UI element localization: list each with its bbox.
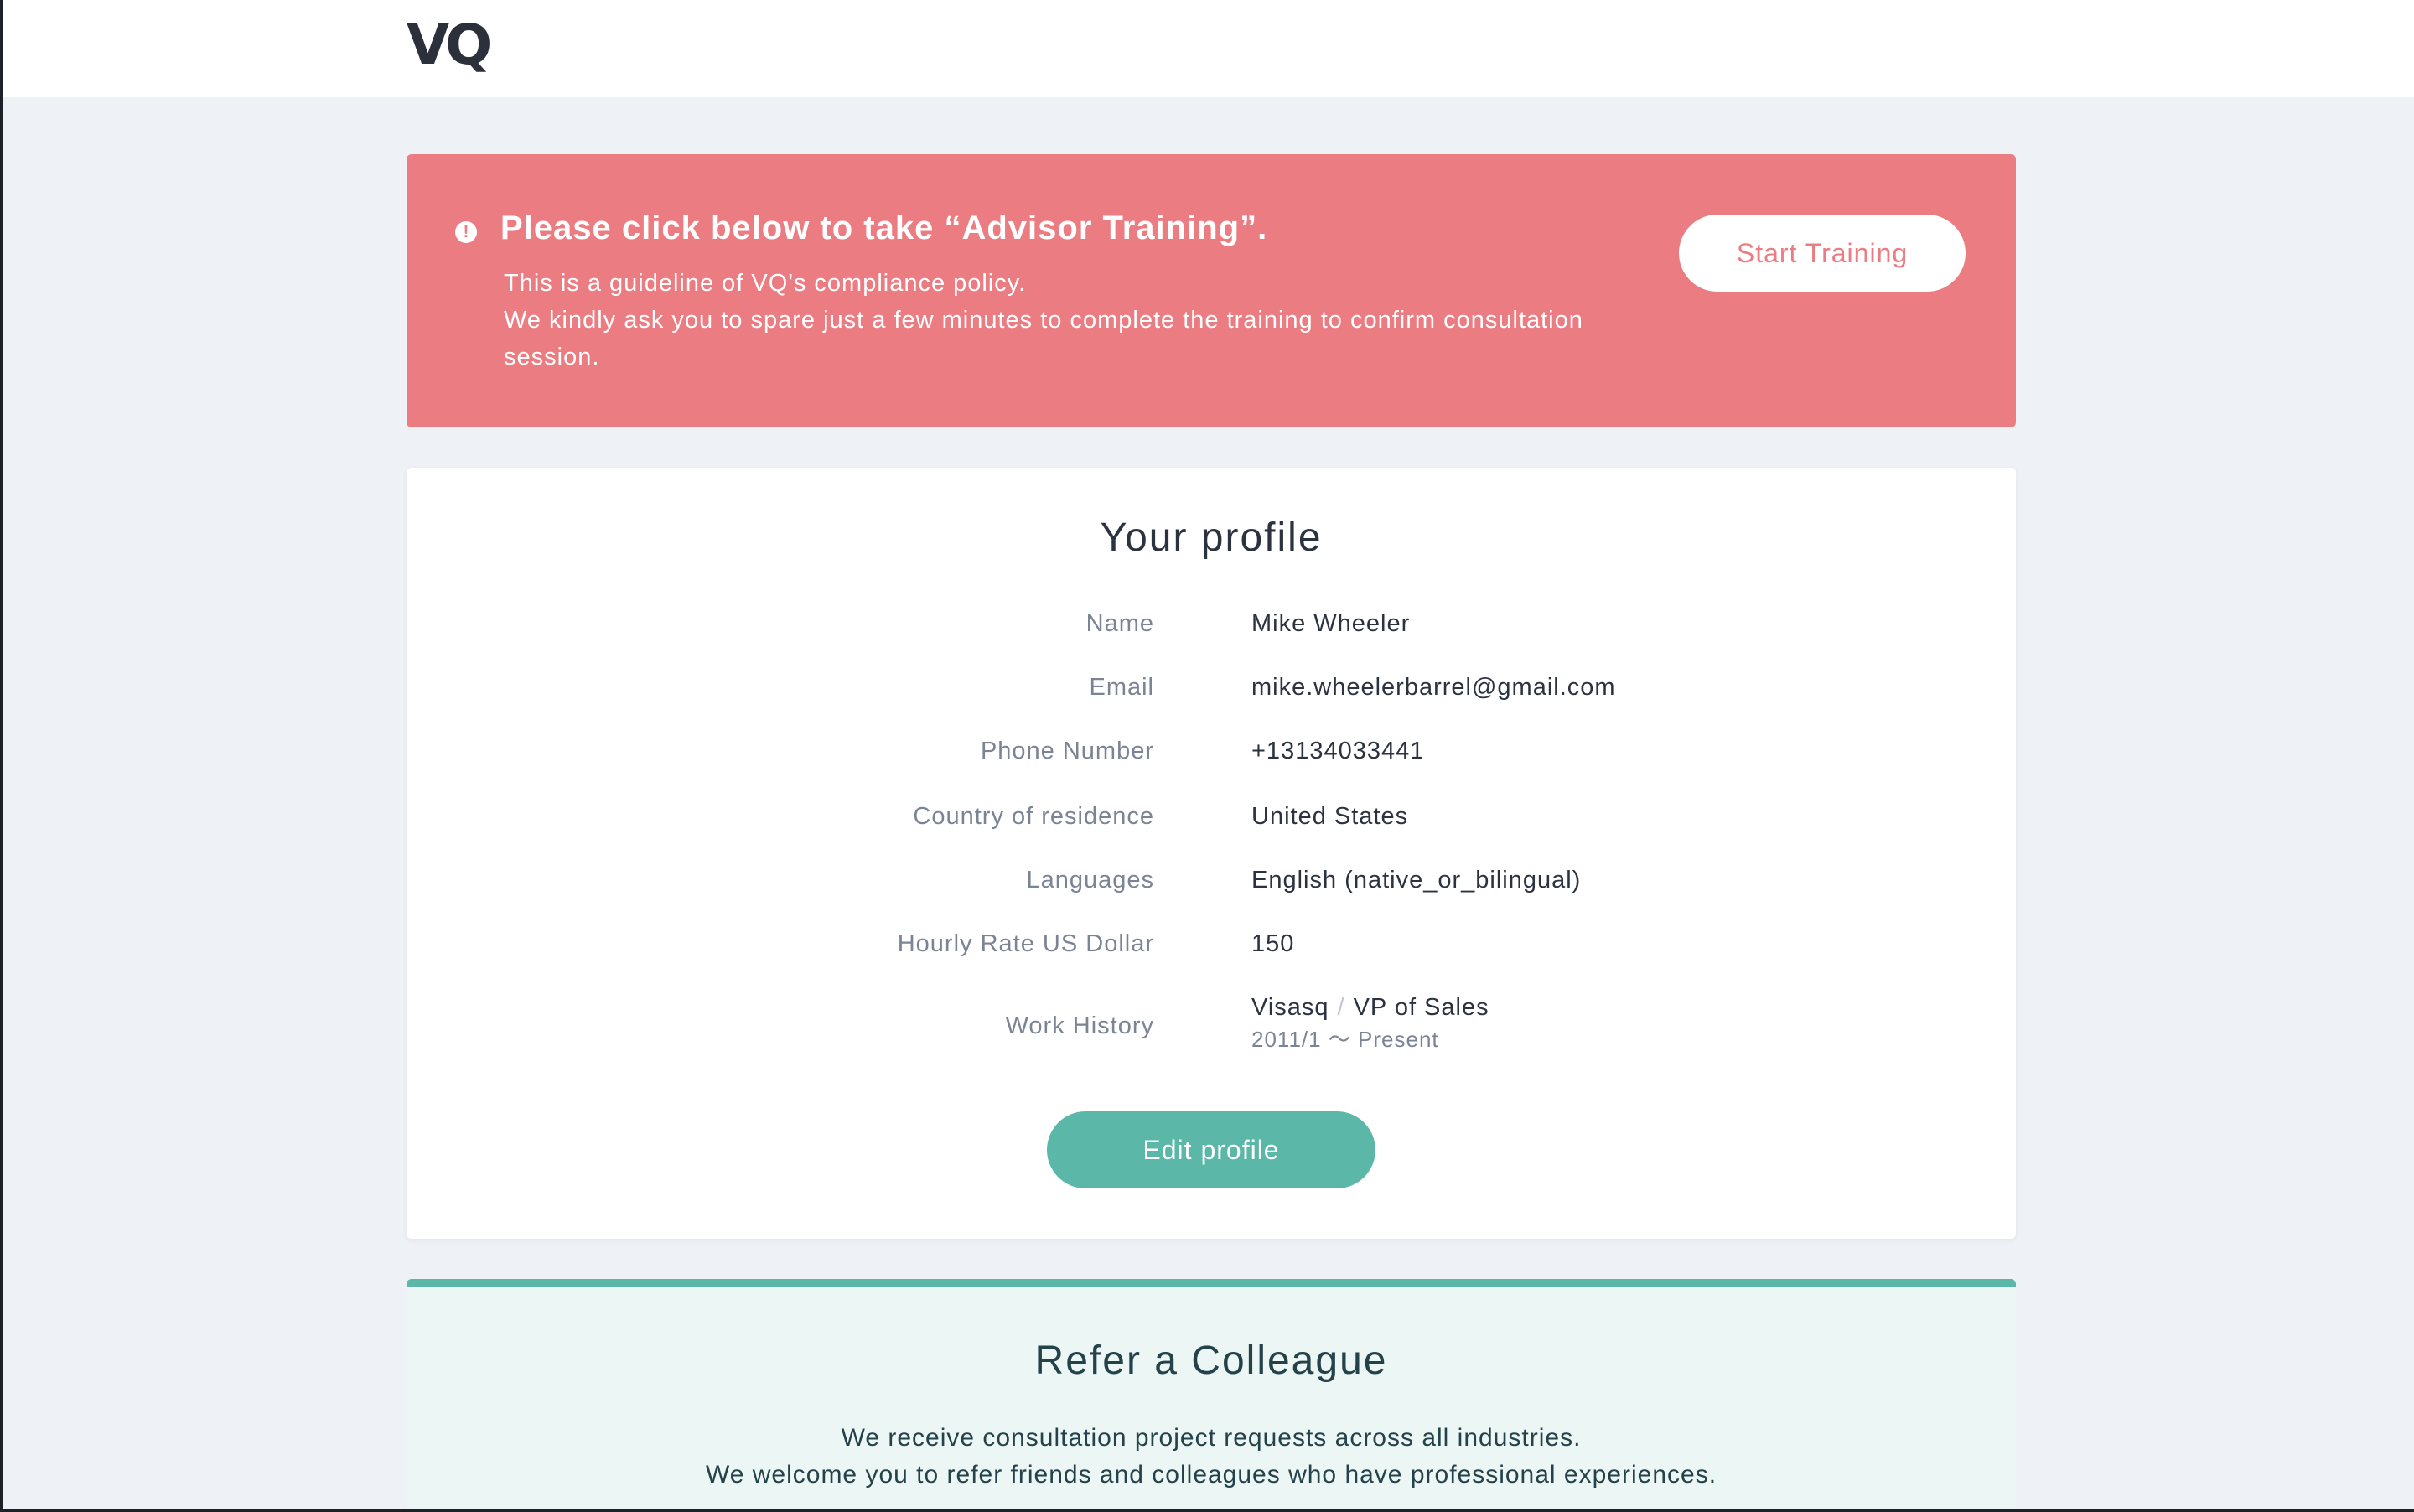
profile-row-work-history: Work History Visasq / VP of Sales 2011/1 〜… (407, 989, 2016, 1059)
field-value: English (native_or_bilingual) (1251, 867, 1582, 893)
alert-title: Please click below to take “Advisor Trai… (500, 210, 1268, 246)
refer-message-line: We welcome you to refer friends and coll… (705, 1461, 1717, 1489)
field-value: +13134033441 (1251, 738, 1425, 764)
field-label: Languages (1026, 867, 1154, 893)
refer-message: We receive consultation project requests… (407, 1420, 2016, 1494)
field-label: Hourly Rate US Dollar (897, 930, 1154, 957)
top-bar: VQ (3, 0, 2414, 97)
field-label: Country of residence (913, 803, 1154, 830)
refer-colleague-card: Refer a Colleague We receive consultatio… (407, 1279, 2016, 1509)
field-label: Work History (1005, 1012, 1154, 1039)
profile-title: Your profile (1100, 515, 1323, 560)
exclamation-circle-icon: ! (455, 221, 477, 243)
start-training-button[interactable]: Start Training (1679, 215, 1966, 292)
work-history-entry: Visasq / VP of Sales (1251, 989, 1489, 1026)
field-value: United States (1251, 803, 1409, 830)
profile-row-hourly-rate: Hourly Rate US Dollar 150 (407, 925, 2016, 962)
work-company: Visasq (1251, 994, 1329, 1021)
work-position: VP of Sales (1353, 994, 1489, 1021)
alert-message: This is a guideline of VQ's compliance p… (504, 265, 1627, 375)
profile-row-email: Email mike.wheelerbarrel@gmail.com (407, 669, 2016, 706)
profile-row-country: Country of residence United States (407, 798, 2016, 835)
field-label: Phone Number (980, 738, 1154, 764)
field-label: Email (1089, 674, 1154, 701)
vq-logo[interactable]: VQ (407, 15, 492, 75)
refer-title: Refer a Colleague (1034, 1339, 1388, 1383)
field-value: Mike Wheeler (1251, 610, 1411, 637)
profile-row-phone: Phone Number +13134033441 (407, 733, 2016, 769)
field-value: mike.wheelerbarrel@gmail.com (1251, 674, 1616, 701)
work-dates: 2011/1 〜 Present (1251, 1027, 1439, 1052)
alert-message-line: We kindly ask you to spare just a few mi… (504, 307, 1583, 370)
field-value: 150 (1251, 930, 1295, 957)
profile-row-languages: Languages English (native_or_bilingual) (407, 862, 2016, 898)
alert-message-line: This is a guideline of VQ's compliance p… (504, 270, 1027, 297)
profile-card: Your profile Name Mike Wheeler Email mik… (407, 468, 2016, 1239)
refer-message-line: We receive consultation project requests… (841, 1424, 1582, 1452)
edit-profile-button[interactable]: Edit profile (1047, 1111, 1375, 1188)
work-separator: / (1337, 994, 1345, 1021)
profile-row-name: Name Mike Wheeler (407, 605, 2016, 642)
training-alert: ! Please click below to take “Advisor Tr… (407, 154, 2016, 427)
field-label: Name (1085, 610, 1154, 637)
